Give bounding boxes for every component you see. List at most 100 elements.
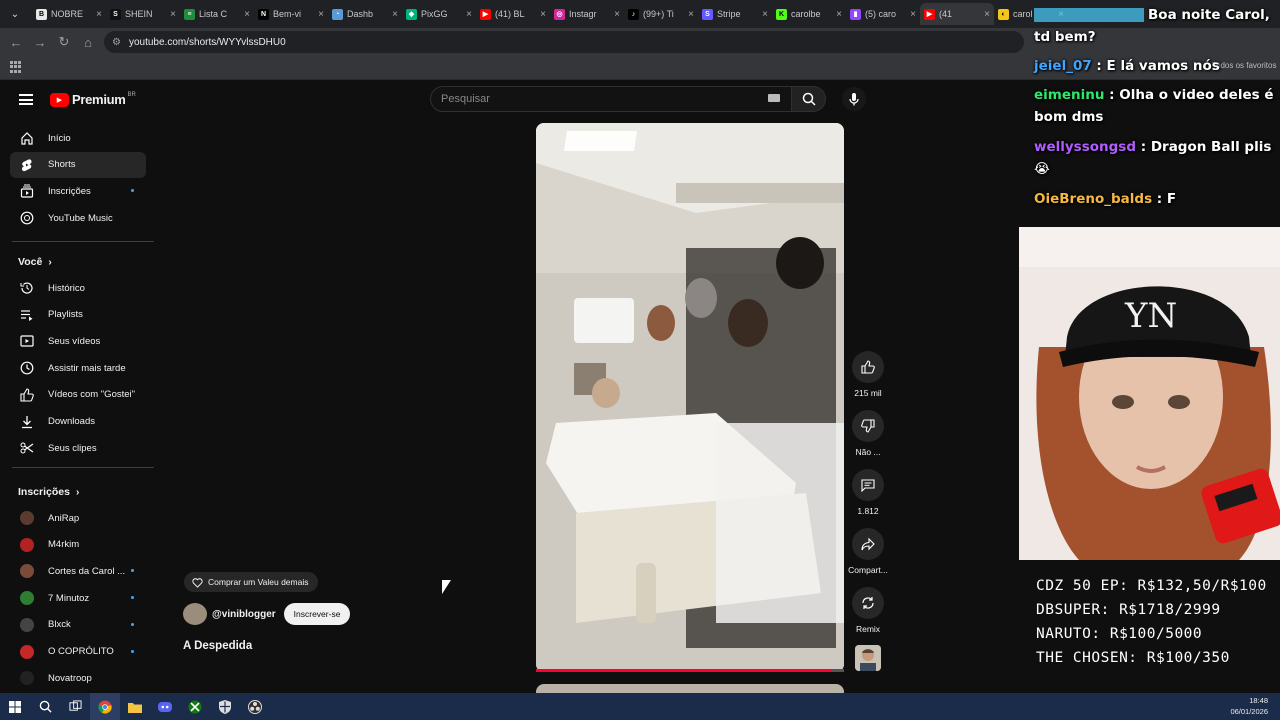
browser-tab[interactable]: ◆ PixGG × (402, 3, 476, 25)
share-circle[interactable] (852, 528, 884, 560)
subscriptions-section-heading[interactable]: Inscrições › (18, 486, 79, 498)
short-title[interactable]: A Despedida (183, 640, 252, 652)
comments-button[interactable]: 1.812 (852, 469, 884, 516)
address-bar[interactable]: ⚙ youtube.com/shorts/WYYvlssDHU0 (104, 31, 1024, 53)
sidebar-item[interactable]: M4rkim (10, 532, 146, 558)
sidebar-item[interactable]: Vídeos com "Gostei" (10, 382, 146, 408)
voice-search-button[interactable] (842, 87, 866, 111)
goal-line: NARUTO: R$100/5000 (1036, 626, 1203, 642)
site-info-icon[interactable]: ⚙ (112, 37, 121, 48)
subscribe-button[interactable]: Inscrever-se (283, 603, 351, 625)
tab-close-icon[interactable]: × (170, 9, 176, 20)
tab-close-icon[interactable]: × (392, 9, 398, 20)
browser-tab[interactable]: B NOBRE × (32, 3, 106, 25)
browser-tab[interactable]: ▶ (41 × (920, 3, 994, 25)
tabs-container: B NOBRE × S SHEIN × ≡ Lista C × N Bem-vi × ◔ Dashb × ◆ P… (32, 3, 1068, 25)
tab-close-icon[interactable]: × (910, 9, 916, 20)
uploader-handle[interactable]: @viniblogger (212, 609, 276, 620)
obs-icon[interactable] (240, 693, 270, 720)
dislike-circle[interactable] (852, 410, 884, 442)
buy-thanks-chip[interactable]: Comprar um Valeu demais (184, 572, 319, 592)
taskbar-clock[interactable]: 18:48 06/01/2026 (1230, 695, 1268, 717)
sidebar-item[interactable]: Playlists (10, 302, 146, 328)
browser-tab[interactable]: ▶ (41) BL × (476, 3, 550, 25)
video-progress-bar[interactable] (536, 669, 844, 672)
discord-icon[interactable] (150, 693, 180, 720)
tab-close-icon[interactable]: × (96, 9, 102, 20)
remix-circle[interactable] (852, 587, 884, 619)
sidebar-item[interactable]: Histórico (10, 275, 146, 301)
sidebar-item[interactable]: Shorts (10, 151, 146, 178)
forward-arrow-icon[interactable]: → (28, 30, 52, 54)
stream-chat-overlay: Boa noite Carol, td bem? jeiel_07 : E lá … (1026, 0, 1280, 222)
sidebar-item[interactable]: Downloads (10, 409, 146, 435)
tab-close-icon[interactable]: × (984, 9, 990, 20)
windows-start-icon[interactable] (0, 693, 30, 720)
browser-tab[interactable]: ≡ Lista C × (180, 3, 254, 25)
file-explorer-icon[interactable] (120, 693, 150, 720)
keyboard-icon[interactable] (768, 94, 780, 102)
download-icon (20, 415, 34, 429)
uploader-avatar[interactable] (183, 603, 207, 625)
shorts-video-player[interactable] (536, 123, 844, 672)
tab-title: (99+) Ti (643, 9, 674, 19)
comments-circle[interactable] (852, 469, 884, 501)
channel-avatar (20, 591, 34, 606)
sidebar-item[interactable]: Seus vídeos (10, 328, 146, 354)
tab-close-icon[interactable]: × (614, 9, 620, 20)
goal-line: CDZ 50 EP: R$132,50/R$100 (1036, 578, 1267, 594)
like-circle[interactable] (852, 351, 884, 383)
home-button-icon[interactable]: ⌂ (76, 30, 100, 54)
channel-avatar-thumb[interactable] (855, 645, 881, 671)
dislike-button[interactable]: Não ... (852, 410, 884, 457)
sidebar-item[interactable]: O COPRÓLITO (10, 639, 146, 665)
sidebar-item[interactable]: Cortes da Carol ... (10, 558, 146, 584)
sidebar-item[interactable]: Seus clipes (10, 435, 146, 461)
browser-tab[interactable]: S SHEIN × (106, 3, 180, 25)
tab-close-icon[interactable]: × (836, 9, 842, 20)
you-section-heading[interactable]: Você › (18, 256, 52, 268)
tab-title: Dashb (347, 9, 374, 19)
browser-tab[interactable]: Kcarolbe × (772, 3, 846, 25)
remix-button[interactable]: Remix (852, 587, 884, 634)
browser-tab[interactable]: ◎ Instagr × (550, 3, 624, 25)
sidebar-item-label: AniRap (48, 512, 80, 524)
security-shield-icon[interactable] (210, 693, 240, 720)
browser-tab[interactable]: ▮ (5) caro × (846, 3, 920, 25)
sidebar-item[interactable]: YouTube Music (10, 205, 146, 231)
channel-avatar (20, 564, 34, 579)
tab-close-icon[interactable]: × (244, 9, 250, 20)
menu-hamburger-icon[interactable] (19, 94, 33, 105)
browser-tab[interactable]: ◔ Dashb × (328, 3, 402, 25)
sidebar-item[interactable]: Inscrições (10, 178, 146, 204)
xbox-icon[interactable] (180, 693, 210, 720)
sidebar-item[interactable]: Início (10, 125, 146, 151)
sidebar-item[interactable]: AniRap (10, 505, 146, 531)
task-view-icon[interactable] (60, 693, 90, 720)
tab-close-icon[interactable]: × (540, 9, 546, 20)
sidebar-item[interactable]: Novatroop (10, 665, 146, 691)
sidebar-item[interactable]: Assistir mais tarde (10, 355, 146, 381)
reload-icon[interactable]: ↻ (52, 30, 76, 54)
sidebar-item[interactable]: 7 Minutoz (10, 585, 146, 611)
search-input[interactable]: Pesquisar (430, 86, 792, 112)
browser-tab[interactable]: S Stripe × (698, 3, 772, 25)
youtube-premium-logo[interactable]: ▶ Premium BR (50, 92, 136, 107)
like-button[interactable]: 215 mil (852, 351, 884, 398)
tab-close-icon[interactable]: × (466, 9, 472, 20)
sidebar-item[interactable]: Blxck (10, 612, 146, 638)
tab-close-icon[interactable]: × (318, 9, 324, 20)
back-arrow-icon[interactable]: ← (4, 30, 28, 54)
search-icon[interactable] (30, 693, 60, 720)
tab-close-icon[interactable]: × (688, 9, 694, 20)
share-button[interactable]: Compart... (848, 528, 888, 575)
search-button[interactable] (792, 86, 826, 112)
tab-search-chevron-icon[interactable]: ⌄ (6, 5, 24, 23)
browser-tab[interactable]: N Bem-vi × (254, 3, 328, 25)
tab-close-icon[interactable]: × (762, 9, 768, 20)
browser-tab[interactable]: ♪ (99+) Ti × (624, 3, 698, 25)
svg-text:YN: YN (1124, 296, 1177, 336)
apps-grid-icon[interactable] (10, 61, 22, 73)
tab-favicon-icon: ≡ (184, 8, 195, 20)
chrome-icon[interactable] (90, 693, 120, 720)
